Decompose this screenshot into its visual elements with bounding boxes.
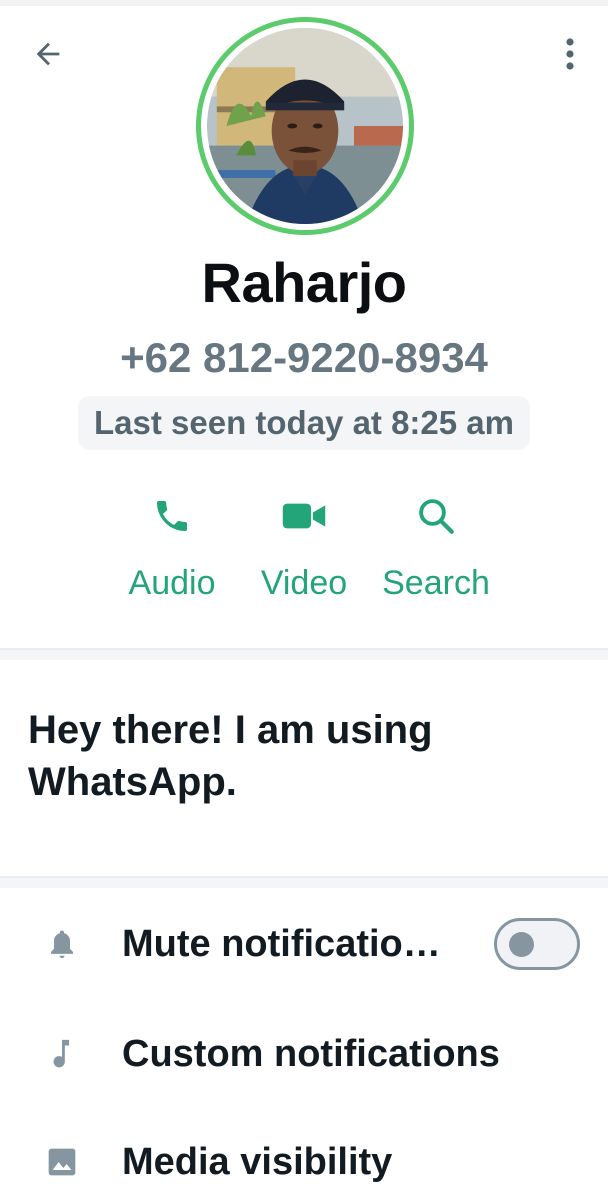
phone-icon xyxy=(152,490,192,542)
media-visibility-label: Media visibility xyxy=(122,1140,393,1183)
status-bar xyxy=(0,0,608,6)
video-icon xyxy=(281,490,327,542)
last-seen-badge: Last seen today at 8:25 am xyxy=(77,396,530,450)
toggle-knob xyxy=(509,932,534,957)
profile-photo[interactable] xyxy=(196,17,414,235)
section-divider xyxy=(0,876,608,888)
search-button[interactable]: Search xyxy=(366,490,506,610)
contact-phone: +62 812-9220-8934 xyxy=(120,334,488,381)
custom-notifications-row[interactable]: Custom notifications xyxy=(0,1004,608,1104)
back-button[interactable] xyxy=(26,34,70,78)
section-divider xyxy=(0,648,608,660)
contact-name: Raharjo xyxy=(201,251,408,314)
back-arrow-icon xyxy=(31,37,65,76)
kebab-menu-icon xyxy=(564,37,576,76)
video-label: Video xyxy=(260,564,348,602)
search-icon xyxy=(415,490,457,542)
more-options-button[interactable] xyxy=(548,34,592,78)
bell-icon xyxy=(44,926,80,962)
quick-actions: Audio Video Search xyxy=(0,490,608,610)
mute-notifications-label: Mute notificatio… xyxy=(122,922,441,965)
custom-notifications-label: Custom notifications xyxy=(122,1032,500,1075)
avatar xyxy=(207,28,403,224)
music-note-icon xyxy=(44,1036,80,1072)
image-icon xyxy=(44,1144,80,1180)
mute-notifications-toggle[interactable] xyxy=(494,918,580,970)
search-label: Search xyxy=(382,564,490,602)
media-visibility-row[interactable]: Media visibility xyxy=(0,1112,608,1200)
audio-label: Audio xyxy=(128,564,216,602)
about-status[interactable]: Hey there! I am using WhatsApp. xyxy=(28,704,588,808)
audio-call-button[interactable]: Audio xyxy=(102,490,242,610)
video-call-button[interactable]: Video xyxy=(234,490,374,610)
